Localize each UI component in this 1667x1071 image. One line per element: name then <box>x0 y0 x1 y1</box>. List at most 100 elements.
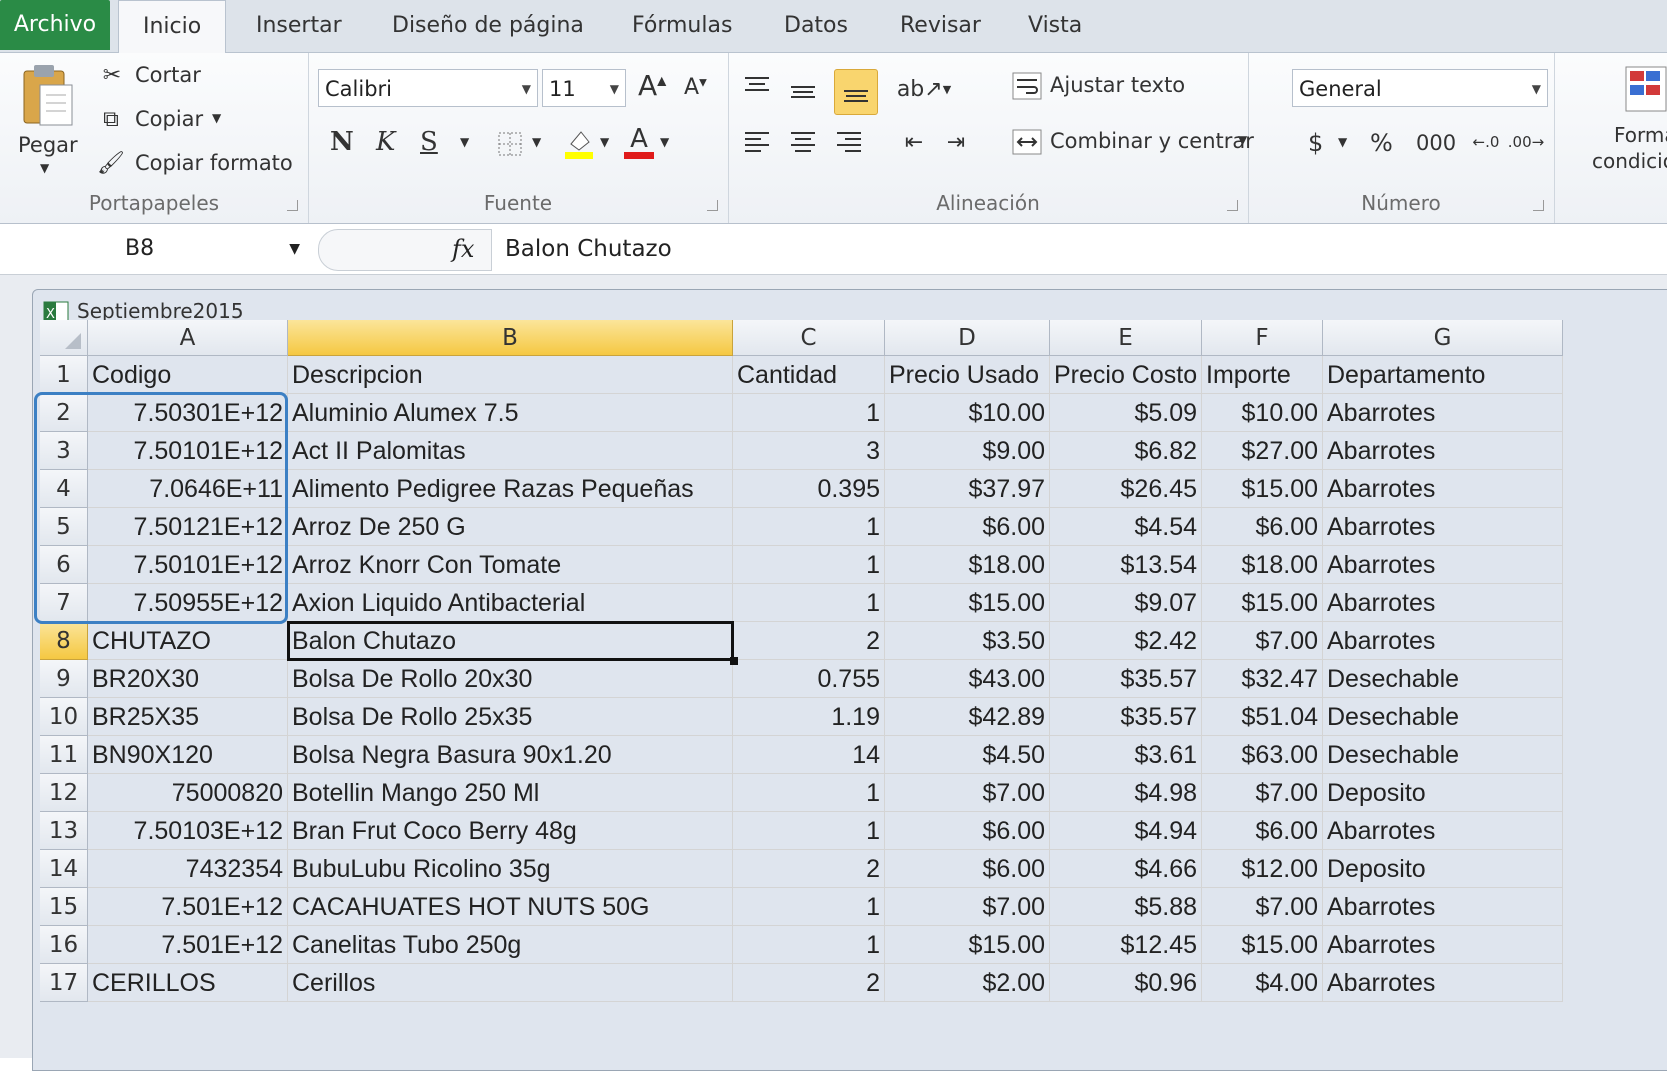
cell-g3[interactable]: Abarrotes <box>1323 432 1563 470</box>
cell-c9[interactable]: 0.755 <box>733 660 885 698</box>
column-header-d[interactable]: D <box>885 320 1050 356</box>
cell-d16[interactable]: $15.00 <box>885 926 1050 964</box>
cell-a15[interactable]: 7.501E+12 <box>88 888 288 926</box>
tab-insertar[interactable]: Insertar <box>256 0 342 52</box>
increase-decimal-icon[interactable]: ←.0 <box>1468 125 1504 159</box>
paste-icon[interactable] <box>14 61 82 135</box>
scissors-icon[interactable]: ✂ <box>98 61 126 89</box>
wrap-text-button[interactable]: Ajustar texto <box>1050 73 1185 97</box>
cell-c10[interactable]: 1.19 <box>733 698 885 736</box>
cell-g15[interactable]: Abarrotes <box>1323 888 1563 926</box>
cell-b4[interactable]: Alimento Pedigree Razas Pequeñas <box>288 470 733 508</box>
cell-b13[interactable]: Bran Frut Coco Berry 48g <box>288 812 733 850</box>
tab-vista[interactable]: Vista <box>1028 0 1082 52</box>
cell-d1[interactable]: Precio Usado <box>885 356 1050 394</box>
cell-b10[interactable]: Bolsa De Rollo 25x35 <box>288 698 733 736</box>
tab-revisar[interactable]: Revisar <box>900 0 981 52</box>
row-header[interactable]: 9 <box>40 660 88 698</box>
cell-c14[interactable]: 2 <box>733 850 885 888</box>
copy-button[interactable]: Copiar <box>135 107 203 131</box>
cell-d15[interactable]: $7.00 <box>885 888 1050 926</box>
cell-f16[interactable]: $15.00 <box>1202 926 1323 964</box>
cell-g1[interactable]: Departamento <box>1323 356 1563 394</box>
cell-e11[interactable]: $3.61 <box>1050 736 1202 774</box>
cell-b2[interactable]: Aluminio Alumex 7.5 <box>288 394 733 432</box>
tab-formulas[interactable]: Fórmulas <box>632 0 732 52</box>
cell-g5[interactable]: Abarrotes <box>1323 508 1563 546</box>
cut-button[interactable]: Cortar <box>135 63 201 87</box>
conditional-format-label-1[interactable]: Forma <box>1614 123 1667 147</box>
align-left-icon[interactable] <box>740 125 774 159</box>
cell-c1[interactable]: Cantidad <box>733 356 885 394</box>
cell-e3[interactable]: $6.82 <box>1050 432 1202 470</box>
cell-c3[interactable]: 3 <box>733 432 885 470</box>
align-right-icon[interactable] <box>832 125 866 159</box>
cell-g12[interactable]: Deposito <box>1323 774 1563 812</box>
formula-input[interactable]: Balon Chutazo <box>505 224 672 274</box>
cell-b15[interactable]: CACAHUATES HOT NUTS 50G <box>288 888 733 926</box>
row-header[interactable]: 16 <box>40 926 88 964</box>
tab-inicio[interactable]: Inicio <box>118 0 227 54</box>
format-painter-button[interactable]: Copiar formato <box>135 151 293 175</box>
cell-f17[interactable]: $4.00 <box>1202 964 1323 1002</box>
merge-dropdown-icon[interactable]: ▼ <box>1238 133 1247 147</box>
cell-f15[interactable]: $7.00 <box>1202 888 1323 926</box>
cell-b12[interactable]: Botellin Mango 250 Ml <box>288 774 733 812</box>
cell-d4[interactable]: $37.97 <box>885 470 1050 508</box>
cell-g10[interactable]: Desechable <box>1323 698 1563 736</box>
underline-button[interactable]: S <box>420 127 438 157</box>
align-center-icon[interactable] <box>786 125 820 159</box>
conditional-format-icon[interactable] <box>1622 61 1667 117</box>
cell-f14[interactable]: $12.00 <box>1202 850 1323 888</box>
cell-g11[interactable]: Desechable <box>1323 736 1563 774</box>
cell-d2[interactable]: $10.00 <box>885 394 1050 432</box>
cell-c5[interactable]: 1 <box>733 508 885 546</box>
row-header[interactable]: 12 <box>40 774 88 812</box>
column-header-g[interactable]: G <box>1323 320 1563 356</box>
cell-a10[interactable]: BR25X35 <box>88 698 288 736</box>
fill-color-icon[interactable] <box>562 125 596 161</box>
cell-e12[interactable]: $4.98 <box>1050 774 1202 812</box>
merge-center-icon[interactable] <box>1010 125 1044 159</box>
cell-c8[interactable]: 2 <box>733 622 885 660</box>
cell-g2[interactable]: Abarrotes <box>1323 394 1563 432</box>
select-all-corner[interactable] <box>40 320 88 356</box>
format-painter-icon[interactable]: 🖌 <box>96 149 126 177</box>
cell-f12[interactable]: $7.00 <box>1202 774 1323 812</box>
cell-e2[interactable]: $5.09 <box>1050 394 1202 432</box>
merge-center-button[interactable]: Combinar y centrar <box>1050 129 1254 153</box>
cell-f1[interactable]: Importe <box>1202 356 1323 394</box>
grow-font-button[interactable]: A▲ <box>638 69 666 102</box>
row-header[interactable]: 1 <box>40 356 88 394</box>
cell-e6[interactable]: $13.54 <box>1050 546 1202 584</box>
cell-d8[interactable]: $3.50 <box>885 622 1050 660</box>
cell-f4[interactable]: $15.00 <box>1202 470 1323 508</box>
cell-d14[interactable]: $6.00 <box>885 850 1050 888</box>
cell-e10[interactable]: $35.57 <box>1050 698 1202 736</box>
column-header-e[interactable]: E <box>1050 320 1202 356</box>
orientation-icon[interactable]: ab↗ ▼ <box>897 69 951 109</box>
italic-button[interactable]: K <box>376 127 395 157</box>
cell-e4[interactable]: $26.45 <box>1050 470 1202 508</box>
cell-g16[interactable]: Abarrotes <box>1323 926 1563 964</box>
cell-c2[interactable]: 1 <box>733 394 885 432</box>
cell-e8[interactable]: $2.42 <box>1050 622 1202 660</box>
fill-handle[interactable] <box>730 657 738 665</box>
row-header[interactable]: 14 <box>40 850 88 888</box>
borders-icon[interactable] <box>496 129 524 159</box>
cell-a9[interactable]: BR20X30 <box>88 660 288 698</box>
cell-d6[interactable]: $18.00 <box>885 546 1050 584</box>
cell-g13[interactable]: Abarrotes <box>1323 812 1563 850</box>
cell-d17[interactable]: $2.00 <box>885 964 1050 1002</box>
row-header[interactable]: 8 <box>40 622 88 660</box>
font-name-select[interactable]: Calibri ▼ <box>318 69 538 107</box>
cell-e13[interactable]: $4.94 <box>1050 812 1202 850</box>
cell-b5[interactable]: Arroz De 250 G <box>288 508 733 546</box>
decrease-indent-icon[interactable]: ⇤ <box>896 125 932 159</box>
paste-button[interactable]: Pegar <box>18 133 78 157</box>
cell-e1[interactable]: Precio Costo <box>1050 356 1202 394</box>
cell-g4[interactable]: Abarrotes <box>1323 470 1563 508</box>
currency-button[interactable]: $ <box>1308 129 1323 157</box>
copy-dropdown-icon[interactable]: ▼ <box>212 111 221 125</box>
fill-color-dropdown-icon[interactable]: ▼ <box>600 135 609 149</box>
